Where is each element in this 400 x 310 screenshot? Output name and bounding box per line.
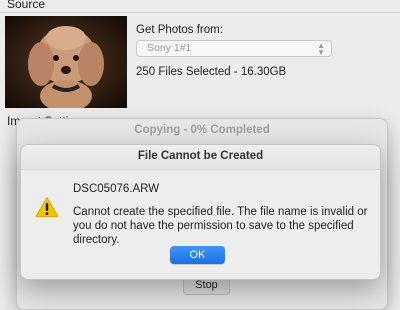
dialog-title: File Cannot be Created [137, 150, 264, 162]
copy-progress-title: Copying - 0% Completed [134, 124, 270, 136]
section-divider [0, 12, 400, 13]
device-select[interactable]: Sony 1#1 ▲ ▼ [136, 40, 332, 57]
get-photos-label: Get Photos from: [136, 24, 223, 36]
device-thumbnail [5, 16, 127, 108]
source-section-label: Source [7, 0, 46, 11]
warning-icon [35, 197, 59, 217]
dialog-titlebar: File Cannot be Created [21, 145, 380, 170]
up-down-chevron-icon: ▲ ▼ [317, 41, 325, 57]
device-select-value: Sony 1#1 [147, 42, 192, 54]
error-message: Cannot create the specified file. The fi… [73, 206, 368, 246]
error-dialog: File Cannot be Created DSC05076.ARW Cann… [20, 144, 381, 280]
ok-button[interactable]: OK [170, 246, 225, 264]
files-selected-summary: 250 Files Selected - 16.30GB [136, 66, 287, 78]
error-file-name: DSC05076.ARW [73, 183, 160, 195]
